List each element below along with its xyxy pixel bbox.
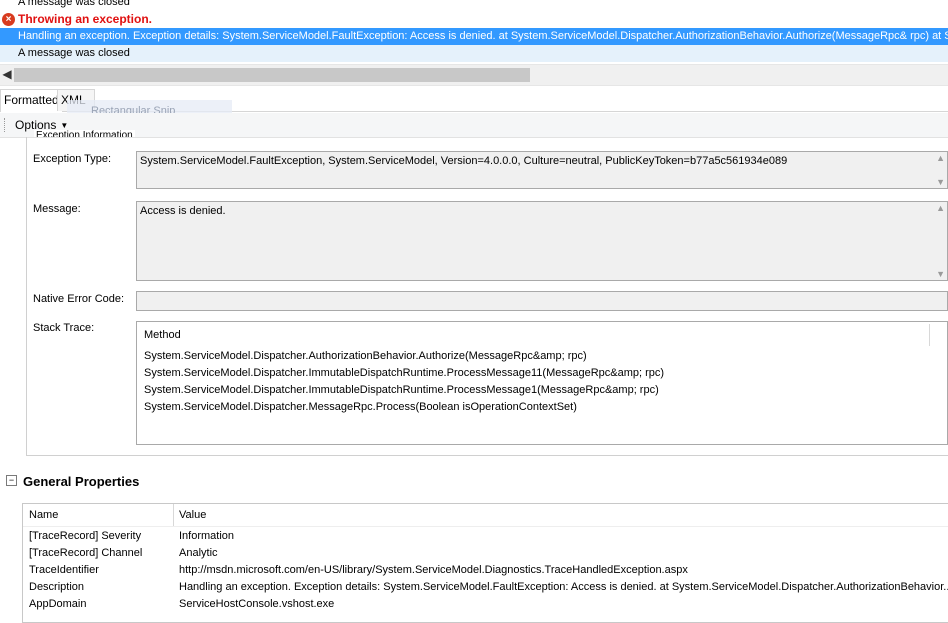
property-value[interactable]: Information bbox=[179, 530, 234, 542]
column-header-value[interactable]: Value bbox=[179, 509, 206, 521]
exception-type-value: System.ServiceModel.FaultException, Syst… bbox=[140, 155, 788, 167]
scroll-left-icon[interactable]: ◀ bbox=[1, 67, 13, 81]
collapse-toggle-icon[interactable]: − bbox=[6, 475, 17, 486]
column-header-name[interactable]: Name bbox=[29, 509, 58, 521]
toolbar-grip-icon bbox=[4, 118, 7, 132]
chevron-down-icon: ▼ bbox=[60, 120, 69, 130]
stack-column-header-method[interactable]: Method bbox=[144, 329, 181, 341]
stack-frame[interactable]: System.ServiceModel.Dispatcher.MessageRp… bbox=[144, 401, 577, 413]
column-divider bbox=[173, 504, 174, 526]
trace-row-text: A message was closed bbox=[18, 47, 130, 59]
native-error-code-field[interactable] bbox=[136, 291, 948, 311]
trace-row-text: A message was closed bbox=[18, 0, 130, 8]
tab-formatted[interactable]: Formatted bbox=[0, 89, 63, 112]
trace-list-row-error[interactable]: × Throwing an exception. bbox=[0, 11, 948, 28]
general-properties-table[interactable]: Name Value [TraceRecord] Severity Inform… bbox=[22, 503, 948, 623]
detail-toolbar: Options ▼ bbox=[0, 113, 948, 138]
trace-row-text: Handling an exception. Exception details… bbox=[18, 30, 948, 42]
header-divider bbox=[23, 526, 948, 527]
message-field[interactable]: Access is denied. ▲ ▼ bbox=[136, 201, 948, 281]
property-value[interactable]: Handling an exception. Exception details… bbox=[179, 581, 948, 593]
exception-type-field[interactable]: System.ServiceModel.FaultException, Syst… bbox=[136, 151, 948, 189]
trace-list-row[interactable]: A message was closed bbox=[0, 0, 948, 11]
trace-row-text: Throwing an exception. bbox=[18, 12, 153, 26]
trace-list-row-selected[interactable]: Handling an exception. Exception details… bbox=[0, 28, 948, 45]
error-icon: × bbox=[2, 13, 15, 26]
exception-type-label: Exception Type: bbox=[33, 153, 112, 165]
stack-trace-label: Stack Trace: bbox=[33, 322, 95, 334]
stack-frame[interactable]: System.ServiceModel.Dispatcher.Authoriza… bbox=[144, 350, 587, 362]
property-value[interactable]: Analytic bbox=[179, 547, 218, 559]
property-value[interactable]: ServiceHostConsole.vshost.exe bbox=[179, 598, 334, 610]
property-name[interactable]: TraceIdentifier bbox=[29, 564, 99, 576]
message-value: Access is denied. bbox=[140, 205, 226, 217]
stack-frame[interactable]: System.ServiceModel.Dispatcher.Immutable… bbox=[144, 367, 664, 379]
property-name[interactable]: [TraceRecord] Channel bbox=[29, 547, 142, 559]
stack-trace-list[interactable]: Method System.ServiceModel.Dispatcher.Au… bbox=[136, 321, 948, 445]
property-name[interactable]: AppDomain bbox=[29, 598, 86, 610]
exception-group-caption: Exception Information bbox=[34, 130, 135, 137]
column-divider bbox=[929, 324, 930, 346]
field-scrollbar[interactable]: ▲ ▼ bbox=[935, 152, 947, 188]
property-name[interactable]: Description bbox=[29, 581, 84, 593]
field-scrollbar[interactable]: ▲ ▼ bbox=[935, 202, 947, 280]
section-title: General Properties bbox=[23, 474, 140, 489]
scroll-up-icon[interactable]: ▲ bbox=[936, 203, 945, 213]
property-value[interactable]: http://msdn.microsoft.com/en-US/library/… bbox=[179, 564, 688, 576]
message-label: Message: bbox=[33, 203, 81, 215]
trace-list-row[interactable]: A message was closed bbox=[0, 45, 948, 62]
native-error-code-label: Native Error Code: bbox=[33, 293, 125, 305]
property-name[interactable]: [TraceRecord] Severity bbox=[29, 530, 141, 542]
stack-frame[interactable]: System.ServiceModel.Dispatcher.Immutable… bbox=[144, 384, 659, 396]
scroll-down-icon[interactable]: ▼ bbox=[936, 269, 945, 279]
scroll-up-icon[interactable]: ▲ bbox=[936, 153, 945, 163]
scroll-down-icon[interactable]: ▼ bbox=[936, 177, 945, 187]
horizontal-scrollbar[interactable]: ◀ bbox=[0, 64, 948, 86]
scrollbar-thumb[interactable] bbox=[14, 68, 530, 82]
